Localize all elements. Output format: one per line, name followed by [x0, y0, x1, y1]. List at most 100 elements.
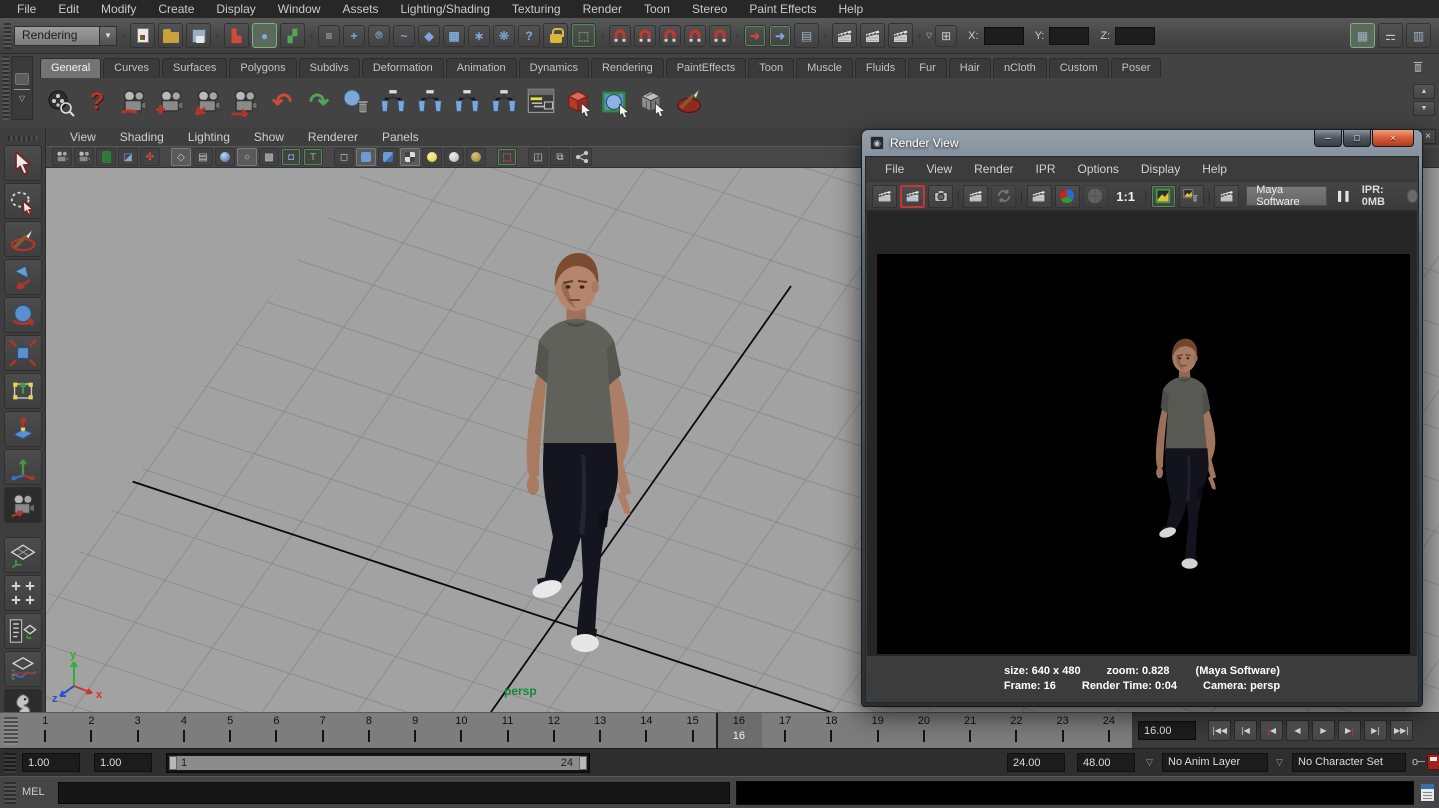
- film-gate-button[interactable]: ▤: [193, 148, 213, 166]
- show-manipulator-tool-button[interactable]: [4, 449, 42, 485]
- commandline-grip-handle[interactable]: [4, 782, 16, 804]
- y-coord-input[interactable]: [1049, 27, 1089, 45]
- snapshot-button[interactable]: [928, 185, 953, 208]
- auto-key-icon[interactable]: o─: [1412, 756, 1424, 768]
- shelf-tab[interactable]: Deformation: [362, 58, 444, 78]
- select-hierarchy-button[interactable]: ▙: [224, 23, 249, 48]
- range-start-handle[interactable]: [169, 756, 177, 770]
- shelf-tab[interactable]: Polygons: [229, 58, 296, 78]
- ipr-render-button[interactable]: [860, 23, 885, 48]
- menu-item[interactable]: Renderer: [296, 128, 370, 146]
- character-set-key-icon[interactable]: [1427, 754, 1439, 770]
- tear-off-copy-button[interactable]: ⧉: [550, 148, 570, 166]
- shelf-tab[interactable]: Curves: [103, 58, 160, 78]
- shelf-scroll-up-button[interactable]: ▲: [1413, 84, 1435, 99]
- playback-range-bar[interactable]: [169, 756, 587, 770]
- new-scene-button[interactable]: [130, 23, 155, 48]
- menu-item[interactable]: Stereo: [681, 0, 738, 18]
- shelf-tab[interactable]: Poser: [1111, 58, 1162, 78]
- command-input[interactable]: [58, 782, 730, 804]
- layout-single-pane-button[interactable]: [4, 537, 42, 573]
- camera-pan-button[interactable]: [153, 83, 189, 121]
- character-model[interactable]: [480, 245, 662, 661]
- camera-dolly-button[interactable]: [190, 83, 226, 121]
- play-backwards-button[interactable]: ◀: [1286, 720, 1309, 741]
- layout-hypergraph-persp-button[interactable]: [4, 651, 42, 687]
- redo-button[interactable]: ↷: [301, 83, 337, 121]
- render-current-frame-button[interactable]: [832, 23, 857, 48]
- share-view-button[interactable]: [572, 148, 592, 166]
- camera-select-button[interactable]: [52, 148, 72, 166]
- layout-outliner-persp-button[interactable]: [4, 613, 42, 649]
- input-connections-button[interactable]: ➜: [744, 25, 766, 47]
- camera-orbit-button[interactable]: [116, 83, 152, 121]
- timeline-frame[interactable]: 15: [670, 713, 716, 748]
- menu-item[interactable]: View: [915, 162, 963, 176]
- smooth-shade-button[interactable]: [356, 148, 376, 166]
- timeline-frame[interactable]: 12: [531, 713, 577, 748]
- tool-settings-toggle-button[interactable]: ⚎: [1378, 23, 1403, 48]
- bookmark-button[interactable]: [96, 148, 116, 166]
- outliner-window-button[interactable]: [523, 83, 559, 121]
- anim-layer-selector[interactable]: No Anim Layer: [1162, 753, 1268, 772]
- rotate-tool-button[interactable]: [4, 297, 42, 333]
- shelf-scroll-down-button[interactable]: ▼: [1413, 101, 1435, 116]
- timeline-frame[interactable]: 7: [300, 713, 346, 748]
- shelf-tab[interactable]: nCloth: [993, 58, 1047, 78]
- grid-toggle-button[interactable]: ◇: [171, 148, 191, 166]
- group-collapse-icon[interactable]: ›: [214, 24, 221, 48]
- timeline-frame[interactable]: 23: [1040, 713, 1086, 748]
- select-component-button[interactable]: ▞: [280, 23, 305, 48]
- snap-curve-button[interactable]: [634, 25, 656, 47]
- timeline-frame[interactable]: 13: [577, 713, 623, 748]
- go-to-start-button[interactable]: |◀◀: [1208, 720, 1231, 741]
- statusline-grip-handle[interactable]: [4, 23, 11, 49]
- step-back-frame-button[interactable]: |◀: [1234, 720, 1257, 741]
- gate-mask-button[interactable]: ○: [237, 148, 257, 166]
- rangeslider-grip-handle[interactable]: [4, 753, 16, 773]
- shelf-tab-selector[interactable]: ▽: [11, 56, 33, 120]
- paint-selection-tool-button[interactable]: [4, 221, 42, 257]
- command-language-toggle[interactable]: MEL: [22, 786, 45, 798]
- range-end-handle[interactable]: [579, 756, 587, 770]
- camera-attributes-button[interactable]: [74, 148, 94, 166]
- menu-set-selector[interactable]: Rendering ▼: [14, 26, 117, 46]
- minimize-button[interactable]: ─: [1314, 130, 1342, 147]
- image-plane-button[interactable]: ◪: [118, 148, 138, 166]
- select-tool-button[interactable]: [4, 145, 42, 181]
- mask-handles-button[interactable]: +: [343, 25, 365, 47]
- timeline-frame[interactable]: 6: [253, 713, 299, 748]
- group-collapse-icon[interactable]: ›: [599, 24, 606, 48]
- playback-start-input[interactable]: [94, 753, 152, 772]
- playback-end-input[interactable]: [1007, 753, 1065, 772]
- menu-item[interactable]: Show: [242, 128, 296, 146]
- command-output[interactable]: [736, 781, 1414, 805]
- menu-item[interactable]: Texturing: [501, 0, 572, 18]
- help-button[interactable]: ?: [79, 83, 115, 121]
- field-chart-button[interactable]: ▩: [259, 148, 279, 166]
- shelf-tab[interactable]: Custom: [1049, 58, 1109, 78]
- timeline-frame[interactable]: 5: [207, 713, 253, 748]
- character-set-selector[interactable]: No Character Set: [1292, 753, 1406, 772]
- undo-button[interactable]: ↶: [264, 83, 300, 121]
- menu-item[interactable]: Modify: [90, 0, 147, 18]
- select-surface-button[interactable]: [597, 83, 633, 121]
- no-light-button[interactable]: [466, 148, 486, 166]
- playblast-button[interactable]: [42, 83, 78, 121]
- group-collapse-icon[interactable]: ›: [120, 24, 127, 48]
- save-scene-button[interactable]: [186, 23, 211, 48]
- safe-action-button[interactable]: ◘: [281, 148, 301, 166]
- timeline-frame[interactable]: 3: [115, 713, 161, 748]
- animation-start-input[interactable]: [22, 753, 80, 772]
- script-editor-icon[interactable]: [1420, 783, 1435, 802]
- mask-curves-button[interactable]: ~: [393, 25, 415, 47]
- attribute-editor-toggle-button[interactable]: ▦: [1350, 23, 1375, 48]
- render-settings-button[interactable]: [888, 23, 913, 48]
- menu-item[interactable]: Display: [205, 0, 266, 18]
- group-collapse-icon[interactable]: ›: [916, 24, 923, 48]
- timeline-frame[interactable]: 24: [1086, 713, 1132, 748]
- construction-history-button[interactable]: ▤: [794, 23, 819, 48]
- render-view-window[interactable]: ◉ Render View ─ □ × FileViewRenderIPROpt…: [862, 130, 1422, 706]
- timeslider-grip-handle[interactable]: [4, 717, 18, 745]
- remove-image-button[interactable]: [1179, 185, 1204, 208]
